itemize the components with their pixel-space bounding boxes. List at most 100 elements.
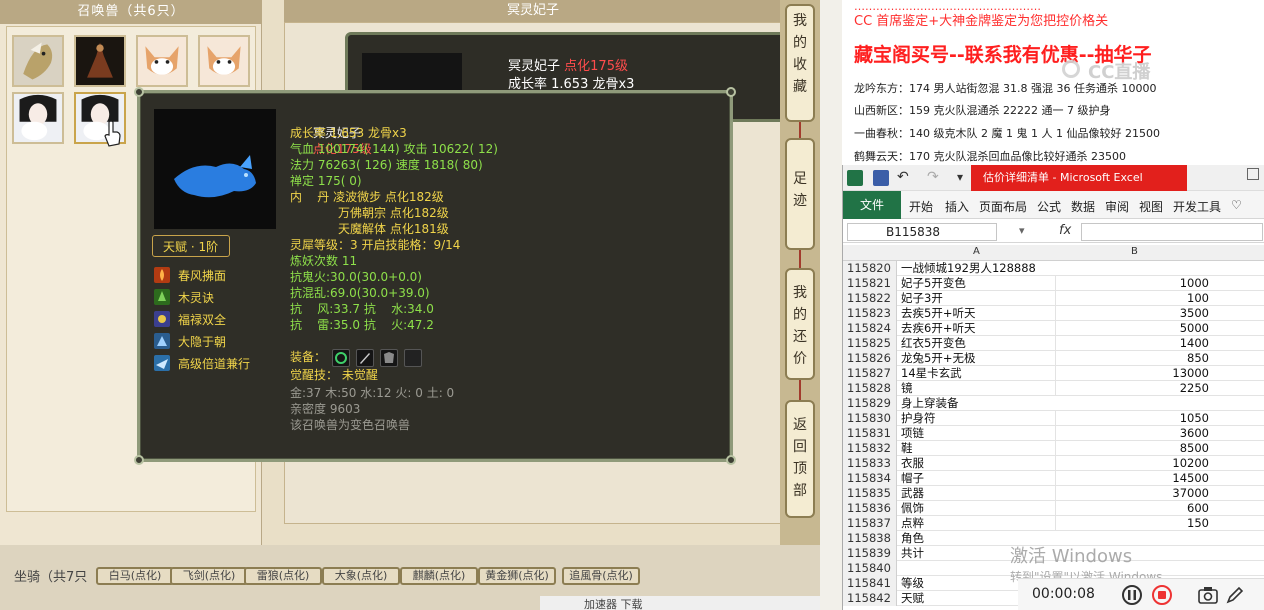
table-row[interactable]: 115831 项链 3600 <box>843 426 1264 441</box>
cell-b[interactable]: 1050 <box>1055 411 1213 425</box>
row-number[interactable]: 115830 <box>843 411 897 426</box>
redo-icon[interactable]: ↷ <box>927 169 939 185</box>
camera-icon[interactable] <box>1198 586 1218 604</box>
cell-b[interactable]: 2250 <box>1055 381 1213 395</box>
row-number[interactable]: 115820 <box>843 261 897 276</box>
row-number[interactable]: 115825 <box>843 336 897 351</box>
menu-review[interactable]: 审阅 <box>1105 198 1129 215</box>
column-b-header[interactable]: B <box>1131 246 1138 257</box>
cell-a[interactable]: 龙兔5开+无极 <box>899 351 1053 365</box>
mount-tab-5[interactable]: 麒麟(点化) <box>400 567 478 585</box>
table-row[interactable]: 115826 龙兔5开+无极 850 <box>843 351 1264 366</box>
namebox-dropdown-icon[interactable]: ▾ <box>1019 224 1025 237</box>
back-to-top-tab[interactable]: 返 回 顶 部 <box>785 400 815 518</box>
cell-a[interactable]: 帽子 <box>899 471 1053 485</box>
footprint-tab[interactable]: 足 迹 <box>785 138 815 250</box>
equip-slot-1[interactable] <box>332 349 350 367</box>
cell-b[interactable]: 10200 <box>1055 456 1213 470</box>
mount-tab-6[interactable]: 黄金狮(点化) <box>478 567 556 585</box>
pet-slot-3[interactable] <box>136 35 188 87</box>
table-row[interactable]: 115837 点粹 150 <box>843 516 1264 531</box>
name-box[interactable]: B115838 <box>847 223 997 241</box>
save-icon[interactable] <box>873 170 889 186</box>
menu-formulas[interactable]: 公式 <box>1037 198 1061 215</box>
cell-a[interactable]: 14星卡玄武 <box>899 366 1053 380</box>
mount-tab-4[interactable]: 大象(点化) <box>322 567 400 585</box>
cell-b[interactable]: 14500 <box>1055 471 1213 485</box>
row-number[interactable]: 115822 <box>843 291 897 306</box>
table-row[interactable]: 115828 镜 2250 <box>843 381 1264 396</box>
menu-developer[interactable]: 开发工具 <box>1173 198 1221 215</box>
equip-slot-2[interactable] <box>356 349 374 367</box>
row-number[interactable]: 115839 <box>843 546 897 561</box>
table-row[interactable]: 115821 妃子5开变色 1000 <box>843 276 1264 291</box>
cell-a[interactable]: 点粹 <box>899 516 1053 530</box>
cell-b[interactable]: 5000 <box>1055 321 1213 335</box>
pet-slot-2[interactable] <box>74 35 126 87</box>
restore-icon[interactable] <box>1247 168 1259 180</box>
cell-a[interactable]: 佩饰 <box>899 501 1053 515</box>
row-number[interactable]: 115842 <box>843 591 897 606</box>
table-row[interactable]: 115829 身上穿装备 <box>843 396 1264 411</box>
pen-icon[interactable] <box>1226 586 1244 604</box>
cell-b[interactable]: 3600 <box>1055 426 1213 440</box>
table-row[interactable]: 115833 衣服 10200 <box>843 456 1264 471</box>
menu-view[interactable]: 视图 <box>1139 198 1163 215</box>
my-favorites-tab[interactable]: 我 的 收 藏 <box>785 4 815 122</box>
cell-b[interactable]: 1400 <box>1055 336 1213 350</box>
cell-a[interactable]: 一战倾城192男人128888 <box>899 261 1053 275</box>
row-number[interactable]: 115834 <box>843 471 897 486</box>
cell-a[interactable]: 镜 <box>899 381 1053 395</box>
row-number[interactable]: 115826 <box>843 351 897 366</box>
column-a-header[interactable]: A <box>973 246 980 257</box>
stop-button[interactable] <box>1152 585 1172 605</box>
pause-button[interactable] <box>1122 585 1142 605</box>
table-row[interactable]: 115822 妃子3开 100 <box>843 291 1264 306</box>
pet-slot-5[interactable] <box>12 92 64 144</box>
cell-a[interactable]: 鞋 <box>899 441 1053 455</box>
cell-a[interactable]: 项链 <box>899 426 1053 440</box>
row-number[interactable]: 115838 <box>843 531 897 546</box>
table-row[interactable]: 115823 去疾5开+听天 3500 <box>843 306 1264 321</box>
mount-tab-2[interactable]: 飞剑(点化) <box>170 567 248 585</box>
table-row[interactable]: 115830 护身符 1050 <box>843 411 1264 426</box>
table-row[interactable]: 115836 佩饰 600 <box>843 501 1264 516</box>
pet-slot-4[interactable] <box>198 35 250 87</box>
row-number[interactable]: 115836 <box>843 501 897 516</box>
cell-a[interactable]: 去疾5开+听天 <box>899 306 1053 320</box>
table-row[interactable]: 115834 帽子 14500 <box>843 471 1264 486</box>
menu-home[interactable]: 开始 <box>909 198 933 215</box>
my-offers-tab[interactable]: 我 的 还 价 <box>785 268 815 380</box>
menu-data[interactable]: 数据 <box>1071 198 1095 215</box>
table-row[interactable]: 115825 红衣5开变色 1400 <box>843 336 1264 351</box>
row-number[interactable]: 115837 <box>843 516 897 531</box>
formula-input[interactable] <box>1081 223 1263 241</box>
menu-insert[interactable]: 插入 <box>945 198 969 215</box>
row-number[interactable]: 115840 <box>843 561 897 576</box>
cell-b[interactable]: 3500 <box>1055 306 1213 320</box>
row-number[interactable]: 115828 <box>843 381 897 396</box>
heart-icon[interactable]: ♡ <box>1231 198 1242 212</box>
table-row[interactable]: 115835 武器 37000 <box>843 486 1264 501</box>
cell-b[interactable]: 1000 <box>1055 276 1213 290</box>
cell-b[interactable]: 8500 <box>1055 441 1213 455</box>
table-row[interactable]: 115820 一战倾城192男人128888 <box>843 261 1264 276</box>
row-number[interactable]: 115829 <box>843 396 897 411</box>
row-number[interactable]: 115823 <box>843 306 897 321</box>
cell-b[interactable]: 150 <box>1055 516 1213 530</box>
cell-b[interactable]: 100 <box>1055 291 1213 305</box>
mount-tab-7[interactable]: 追風骨(点化) <box>562 567 640 585</box>
cell-b[interactable]: 600 <box>1055 501 1213 515</box>
menu-page-layout[interactable]: 页面布局 <box>979 198 1027 215</box>
table-row[interactable]: 115832 鞋 8500 <box>843 441 1264 456</box>
row-number[interactable]: 115827 <box>843 366 897 381</box>
pet-slot-1[interactable] <box>12 35 64 87</box>
row-number[interactable]: 115831 <box>843 426 897 441</box>
cell-b[interactable]: 850 <box>1055 351 1213 365</box>
fx-icon[interactable]: fx <box>1059 223 1071 238</box>
cell-a[interactable]: 妃子5开变色 <box>899 276 1053 290</box>
equip-slot-3[interactable] <box>380 349 398 367</box>
row-number[interactable]: 115832 <box>843 441 897 456</box>
mount-tab-3[interactable]: 雷狼(点化) <box>244 567 322 585</box>
row-number[interactable]: 115841 <box>843 576 897 591</box>
